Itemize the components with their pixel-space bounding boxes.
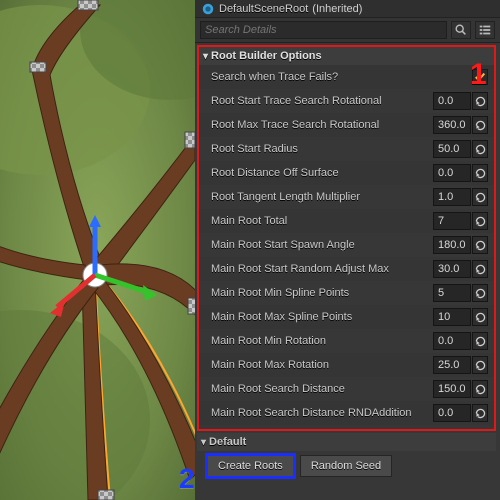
reset-to-default-button[interactable] (472, 92, 488, 110)
property-label: Main Root Min Rotation (211, 335, 432, 347)
property-number-input[interactable] (433, 188, 471, 206)
3d-viewport[interactable] (0, 0, 195, 500)
reset-to-default-button[interactable] (472, 116, 488, 134)
property-row: Main Root Min Spline Points (199, 281, 494, 305)
component-inherited: (Inherited) (312, 3, 362, 15)
property-label: Main Root Min Spline Points (211, 287, 432, 299)
property-number-input[interactable] (433, 92, 471, 110)
property-number-input[interactable] (433, 260, 471, 278)
property-number-input[interactable] (433, 212, 471, 230)
section-header[interactable]: ▾ Root Builder Options (199, 47, 494, 65)
reset-to-default-button[interactable] (472, 260, 488, 278)
property-number-input[interactable] (433, 236, 471, 254)
property-row: Main Root Max Rotation (199, 353, 494, 377)
property-number-input[interactable] (433, 332, 471, 350)
search-button[interactable] (451, 21, 471, 39)
property-number-input[interactable] (433, 308, 471, 326)
property-label: Main Root Total (211, 215, 432, 227)
reset-to-default-button[interactable] (472, 284, 488, 302)
property-number-input[interactable] (433, 116, 471, 134)
component-name: DefaultSceneRoot (219, 3, 308, 15)
reset-to-default-button[interactable] (472, 140, 488, 158)
reset-to-default-button[interactable] (472, 188, 488, 206)
section-title: Root Builder Options (211, 50, 322, 62)
create-roots-button[interactable]: Create Roots (207, 455, 294, 477)
component-breadcrumb[interactable]: DefaultSceneRoot (Inherited) (195, 0, 500, 18)
property-number-input[interactable] (433, 284, 471, 302)
search-icon (454, 23, 468, 37)
reset-to-default-button[interactable] (472, 332, 488, 350)
property-row: Main Root Search Distance (199, 377, 494, 401)
property-row: Root Max Trace Search Rotational (199, 113, 494, 137)
property-row: Root Start Radius (199, 137, 494, 161)
property-row: Root Start Trace Search Rotational (199, 89, 494, 113)
property-label: Main Root Start Random Adjust Max (211, 263, 432, 275)
property-row: Search when Trace Fails? (199, 65, 494, 89)
scene-root-icon (201, 2, 215, 16)
property-row: Main Root Start Spawn Angle (199, 233, 494, 257)
property-row: Main Root Max Spline Points (199, 305, 494, 329)
callout-1: 1 (470, 58, 487, 92)
view-options-icon (478, 23, 492, 37)
property-number-input[interactable] (433, 404, 471, 422)
property-label: Main Root Search Distance (211, 383, 432, 395)
property-row: Root Distance Off Surface (199, 161, 494, 185)
root-builder-section: ▾ Root Builder Options Search when Trace… (197, 45, 496, 431)
property-label: Root Tangent Length Multiplier (211, 191, 432, 203)
random-seed-button[interactable]: Random Seed (300, 455, 392, 477)
property-row: Main Root Search Distance RNDAddition (199, 401, 494, 425)
property-label: Main Root Max Rotation (211, 359, 432, 371)
details-panel: DefaultSceneRoot (Inherited) ▾ Root Buil… (195, 0, 500, 500)
collapse-icon: ▾ (201, 437, 206, 448)
reset-to-default-button[interactable] (472, 356, 488, 374)
property-label: Root Start Radius (211, 143, 432, 155)
reset-to-default-button[interactable] (472, 308, 488, 326)
property-label: Main Root Start Spawn Angle (211, 239, 432, 251)
property-label: Root Distance Off Surface (211, 167, 432, 179)
property-label: Main Root Search Distance RNDAddition (211, 407, 432, 419)
property-label: Root Start Trace Search Rotational (211, 95, 432, 107)
view-options-button[interactable] (475, 21, 495, 39)
property-number-input[interactable] (433, 140, 471, 158)
property-label: Main Root Max Spline Points (211, 311, 432, 323)
callout-2: 2 (179, 463, 195, 495)
collapse-icon: ▾ (203, 51, 208, 62)
property-row: Main Root Total (199, 209, 494, 233)
property-row: Main Root Min Rotation (199, 329, 494, 353)
property-label: Root Max Trace Search Rotational (211, 119, 432, 131)
property-label: Search when Trace Fails? (211, 71, 432, 83)
reset-to-default-button[interactable] (472, 236, 488, 254)
search-input[interactable] (200, 21, 447, 39)
default-section-title: Default (209, 436, 246, 448)
property-number-input[interactable] (433, 356, 471, 374)
reset-to-default-button[interactable] (472, 164, 488, 182)
property-number-input[interactable] (433, 164, 471, 182)
property-row: Main Root Start Random Adjust Max (199, 257, 494, 281)
property-number-input[interactable] (433, 380, 471, 398)
property-row: Root Tangent Length Multiplier (199, 185, 494, 209)
reset-to-default-button[interactable] (472, 404, 488, 422)
reset-to-default-button[interactable] (472, 212, 488, 230)
reset-to-default-button[interactable] (472, 380, 488, 398)
default-section-header[interactable]: ▾ Default (197, 433, 496, 451)
